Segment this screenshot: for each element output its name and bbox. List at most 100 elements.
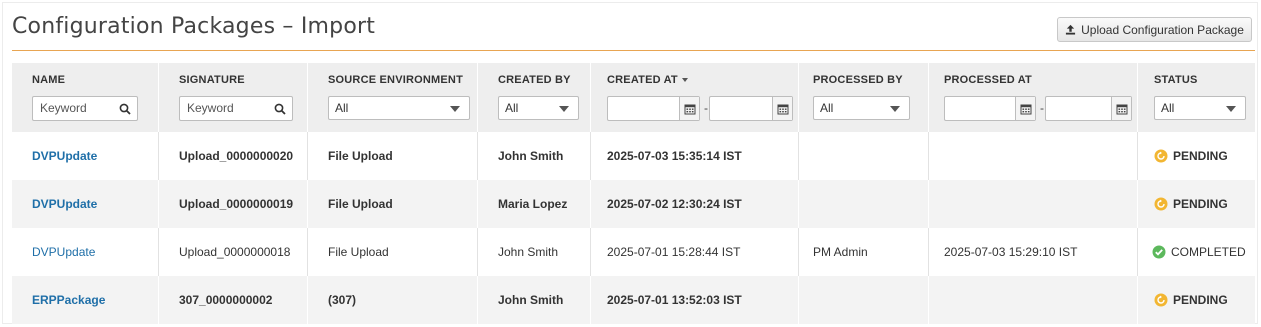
header-source-environment: SOURCE ENVIRONMENT All xyxy=(308,63,478,132)
cell-created-by: Maria Lopez xyxy=(478,180,591,228)
cell-created-at-text: 2025-07-01 15:28:44 IST xyxy=(607,245,741,259)
header-created-by-label: CREATED BY xyxy=(498,74,571,86)
chevron-down-icon xyxy=(450,106,460,112)
status-label: PENDING xyxy=(1173,197,1228,211)
table-row[interactable]: DVPUpdate Upload_0000000020 File Upload Joh… xyxy=(12,132,1255,180)
source-environment-select[interactable]: All xyxy=(328,96,470,120)
cell-created-at: 2025-07-02 12:30:24 IST xyxy=(591,180,799,228)
cell-signature: Upload_0000000018 xyxy=(159,228,308,276)
cell-created-at-text: 2025-07-03 15:35:14 IST xyxy=(607,149,742,163)
cell-processed-at xyxy=(929,276,1138,324)
header-source-environment-label: SOURCE ENVIRONMENT xyxy=(328,74,463,86)
chevron-down-icon xyxy=(1226,106,1236,112)
signature-keyword-placeholder: Keyword xyxy=(187,101,234,115)
header-status: STATUS All xyxy=(1138,63,1255,132)
cell-signature-text: 307_0000000002 xyxy=(179,293,273,307)
calendar-icon[interactable] xyxy=(679,97,699,120)
status-indicator: PENDING xyxy=(1154,132,1228,180)
processed-at-to-date[interactable] xyxy=(1045,96,1132,121)
processed-at-from-date[interactable] xyxy=(944,96,1036,121)
header-processed-by-label: PROCESSED BY xyxy=(813,74,903,86)
created-at-to-date[interactable] xyxy=(709,96,793,121)
search-icon xyxy=(274,103,286,115)
status-select[interactable]: All xyxy=(1154,96,1246,120)
header-created-at[interactable]: CREATED AT - xyxy=(591,63,799,132)
header-name-label: NAME xyxy=(32,74,66,86)
header-created-by: CREATED BY All xyxy=(478,63,591,132)
cell-created-at-text: 2025-07-02 12:30:24 IST xyxy=(607,197,742,211)
header-signature-label: SIGNATURE xyxy=(179,74,245,86)
name-keyword-placeholder: Keyword xyxy=(40,101,87,115)
created-by-value: All xyxy=(505,101,519,115)
cell-created-by-text: John Smith xyxy=(498,245,559,259)
table-body: DVPUpdate Upload_0000000020 File Upload Joh… xyxy=(12,132,1255,324)
package-name-link[interactable]: DVPUpdate xyxy=(32,180,97,228)
cell-source-environment-text: File Upload xyxy=(328,149,393,163)
cell-processed-by xyxy=(799,180,929,228)
cell-created-by: John Smith xyxy=(478,132,591,180)
packages-table: NAME Keyword SIGNATURE Keyword SOURCE EN… xyxy=(12,63,1255,324)
pending-icon xyxy=(1154,149,1168,163)
cell-created-at: 2025-07-03 15:35:14 IST xyxy=(591,132,799,180)
source-environment-value: All xyxy=(335,101,349,115)
cell-signature-text: Upload_0000000018 xyxy=(179,245,291,259)
table-row[interactable]: DVPUpdate Upload_0000000019 File Upload Mar… xyxy=(12,180,1255,228)
cell-status: PENDING xyxy=(1138,276,1255,324)
cell-name[interactable]: DVPUpdate xyxy=(12,228,159,276)
date-range-separator: - xyxy=(704,101,708,115)
cell-source-environment: (307) xyxy=(308,276,478,324)
table-row[interactable]: DVPUpdate Upload_0000000018 File Upload Joh… xyxy=(12,228,1255,276)
package-name-link[interactable]: DVPUpdate xyxy=(32,228,95,276)
cell-signature: Upload_0000000019 xyxy=(159,180,308,228)
signature-keyword-input[interactable]: Keyword xyxy=(179,96,293,121)
name-keyword-input[interactable]: Keyword xyxy=(32,96,138,121)
cell-created-at: 2025-07-01 15:28:44 IST xyxy=(591,228,799,276)
page-title: Configuration Packages – Import xyxy=(12,14,376,39)
cell-source-environment-text: File Upload xyxy=(328,245,389,259)
calendar-icon[interactable] xyxy=(772,97,792,120)
created-by-select[interactable]: All xyxy=(498,96,579,120)
header-created-at-label[interactable]: CREATED AT xyxy=(607,74,688,86)
cell-source-environment-text: (307) xyxy=(328,293,357,307)
cell-source-environment: File Upload xyxy=(308,180,478,228)
processed-by-value: All xyxy=(820,101,834,115)
cell-status: PENDING xyxy=(1138,132,1255,180)
sort-desc-icon xyxy=(681,78,688,83)
cell-source-environment: File Upload xyxy=(308,132,478,180)
header-signature: SIGNATURE Keyword xyxy=(159,63,308,132)
title-divider xyxy=(12,50,1255,51)
cell-status: PENDING xyxy=(1138,180,1255,228)
cell-processed-by xyxy=(799,276,929,324)
created-at-from-date[interactable] xyxy=(607,96,700,121)
search-icon xyxy=(119,103,131,115)
cell-processed-at xyxy=(929,180,1138,228)
cell-name[interactable]: DVPUpdate xyxy=(12,132,159,180)
header-processed-at-label: PROCESSED AT xyxy=(944,74,1032,86)
header-name: NAME Keyword xyxy=(12,63,159,132)
cell-name[interactable]: ERPPackage xyxy=(12,276,159,324)
cell-created-by: John Smith xyxy=(478,228,591,276)
upload-button-label: Upload Configuration Package xyxy=(1081,22,1244,37)
cell-created-by: John Smith xyxy=(478,276,591,324)
cell-source-environment-text: File Upload xyxy=(328,197,393,211)
cell-name[interactable]: DVPUpdate xyxy=(12,180,159,228)
cell-created-by-text: John Smith xyxy=(498,149,564,163)
cell-status: COMPLETED xyxy=(1138,228,1255,276)
calendar-icon[interactable] xyxy=(1015,97,1035,120)
table-row[interactable]: ERPPackage 307_0000000002 (307) John Smith 2… xyxy=(12,276,1255,324)
cell-processed-by xyxy=(799,132,929,180)
cell-processed-at xyxy=(929,132,1138,180)
cell-source-environment: File Upload xyxy=(308,228,478,276)
chevron-down-icon xyxy=(559,106,569,112)
cell-processed-by: PM Admin xyxy=(799,228,929,276)
calendar-icon[interactable] xyxy=(1111,97,1131,120)
upload-configuration-package-button[interactable]: Upload Configuration Package xyxy=(1057,17,1252,42)
cell-processed-at-text: 2025-07-03 15:29:10 IST xyxy=(944,245,1078,259)
status-value: All xyxy=(1161,101,1175,115)
status-indicator: PENDING xyxy=(1154,180,1228,228)
processed-by-select[interactable]: All xyxy=(813,96,910,120)
cell-created-by-text: Maria Lopez xyxy=(498,197,568,211)
header-processed-by: PROCESSED BY All xyxy=(799,63,929,132)
package-name-link[interactable]: DVPUpdate xyxy=(32,132,97,180)
package-name-link[interactable]: ERPPackage xyxy=(32,276,105,324)
